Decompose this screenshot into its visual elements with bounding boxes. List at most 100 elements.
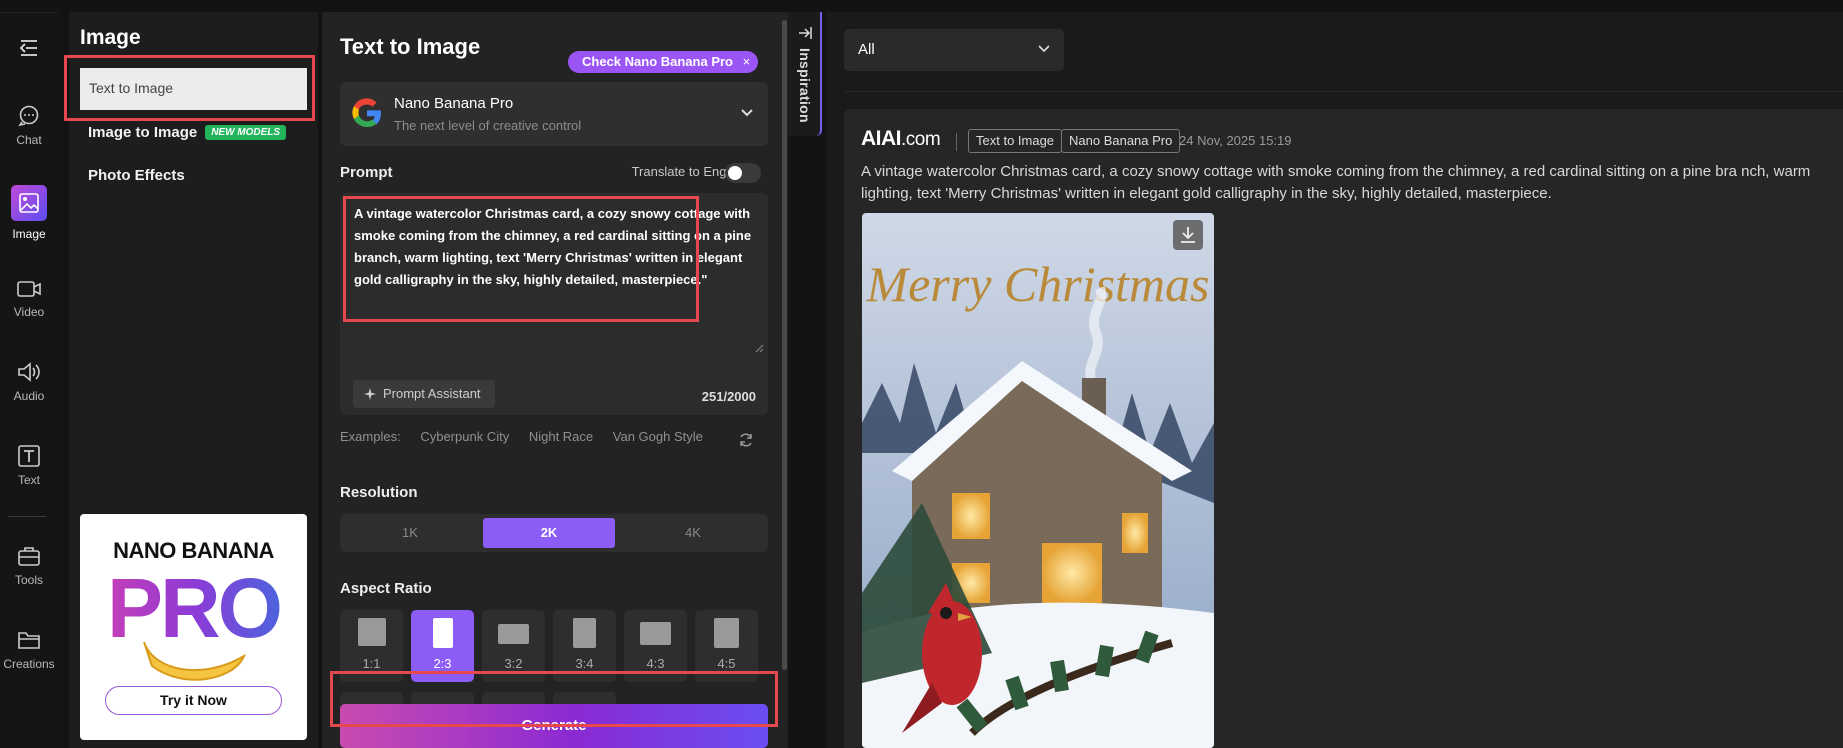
example-chip[interactable]: Cyberpunk City — [420, 429, 509, 444]
aspect-option-3-4[interactable]: 3:4 — [553, 610, 616, 682]
rail-label: Image — [12, 227, 46, 241]
aspect-label: 4:3 — [646, 656, 665, 671]
chevron-down-icon — [1038, 45, 1050, 53]
christmas-card-illustration: Merry Christmas — [862, 213, 1214, 748]
aspect-label: 3:2 — [504, 656, 523, 671]
download-icon — [1181, 227, 1195, 243]
char-counter: 251/2000 — [701, 389, 756, 404]
submenu-title: Image — [80, 26, 141, 49]
aspect-label: 2:3 — [433, 656, 452, 671]
resolution-segmented-control: 1K 2K 4K — [340, 514, 768, 552]
brand-logo: AIAI.com — [861, 127, 941, 151]
rail-item-creations[interactable]: Creations — [0, 629, 58, 671]
examples-label: Examples: — [340, 429, 401, 444]
resize-handle-icon[interactable] — [754, 343, 764, 353]
try-it-now-button[interactable]: Try it Now — [105, 686, 282, 715]
submenu-item-label: Image to Image — [88, 124, 198, 141]
aspect-option-1-1[interactable]: 1:1 — [340, 610, 403, 682]
brand-suffix: .com — [901, 129, 941, 150]
resolution-option-4k[interactable]: 4K — [622, 518, 764, 548]
prompt-label: Prompt — [340, 164, 393, 181]
new-models-badge: NEW MODELS — [205, 125, 287, 140]
promo-banner[interactable]: NANO BANANA PRO Try it Now — [80, 514, 307, 740]
rail-item-image[interactable]: Image — [0, 185, 58, 241]
text-to-image-form: Text to Image Check Nano Banana Pro × Na… — [322, 12, 788, 748]
image-icon — [11, 185, 47, 221]
art-text: Merry Christmas — [865, 256, 1209, 312]
close-icon[interactable]: × — [743, 54, 751, 69]
prompt-text[interactable]: A vintage watercolor Christmas card, a c… — [354, 203, 752, 291]
toolbox-icon — [18, 547, 40, 566]
resolution-label: Resolution — [340, 484, 418, 501]
pane-divider — [844, 91, 1843, 92]
aspect-label: 3:4 — [575, 656, 594, 671]
aspect-option-4-3[interactable]: 4:3 — [624, 610, 687, 682]
video-camera-icon — [17, 281, 41, 297]
refresh-icon[interactable] — [738, 432, 754, 448]
aspect-option-3-2[interactable]: 3:2 — [482, 610, 545, 682]
model-description: The next level of creative control — [394, 118, 582, 133]
brand-divider — [956, 133, 957, 151]
menu-collapse-button[interactable] — [0, 39, 58, 63]
resolution-option-1k[interactable]: 1K — [344, 518, 476, 548]
brand-name: AIAI — [861, 127, 902, 150]
example-chip[interactable]: Night Race — [529, 429, 593, 444]
text-t-icon — [18, 445, 40, 467]
prompt-textarea[interactable]: A vintage watercolor Christmas card, a c… — [340, 193, 768, 415]
aspect-label: 1:1 — [362, 656, 381, 671]
rail-divider — [8, 516, 46, 517]
rail-item-video[interactable]: Video — [0, 279, 58, 319]
aspect-ratio-label: Aspect Ratio — [340, 580, 432, 597]
model-selector[interactable]: Nano Banana Pro The next level of creati… — [340, 82, 768, 146]
form-title: Text to Image — [340, 34, 481, 59]
rail-label: Audio — [13, 389, 45, 403]
submenu-item-image-to-image[interactable]: Image to Image NEW MODELS — [88, 124, 287, 141]
banana-icon — [143, 641, 247, 681]
model-name: Nano Banana Pro — [394, 95, 514, 112]
timestamp: 24 Nov, 2025 15:19 — [1179, 133, 1292, 148]
rail-label: Creations — [3, 657, 55, 671]
aspect-label: 4:5 — [717, 656, 736, 671]
form-scrollbar[interactable] — [782, 20, 787, 670]
example-chip[interactable]: Van Gogh Style — [613, 429, 703, 444]
rail-label: Text — [17, 473, 40, 487]
chevron-down-icon — [741, 109, 753, 117]
aspect-option-4-5[interactable]: 4:5 — [695, 610, 758, 682]
inspiration-tab[interactable]: Inspiration — [788, 12, 822, 136]
check-nano-banana-pill[interactable]: Check Nano Banana Pro × — [568, 51, 759, 73]
rail-item-chat[interactable]: Chat — [0, 105, 58, 147]
rail-item-audio[interactable]: Audio — [0, 361, 58, 403]
translate-toggle[interactable] — [725, 163, 761, 183]
tag-model: Nano Banana Pro — [1061, 129, 1181, 153]
speaker-icon — [18, 362, 40, 382]
download-button[interactable] — [1173, 220, 1203, 250]
folder-icon — [18, 632, 40, 649]
result-description: A vintage watercolor Christmas card, a c… — [861, 163, 1811, 202]
examples-row: Examples: Cyberpunk City Night Race Van … — [340, 429, 703, 444]
check-pill-label: Check Nano Banana Pro — [582, 54, 733, 69]
left-nav-rail: Chat Image Video Audio Text Tools Creati… — [0, 12, 58, 748]
sparkle-icon — [364, 388, 376, 400]
submenu-item-text-to-image[interactable]: Text to Image — [80, 68, 307, 110]
tag-text-to-image: Text to Image — [968, 129, 1063, 153]
prompt-assistant-button[interactable]: Prompt Assistant — [353, 380, 495, 408]
rail-item-tools[interactable]: Tools — [0, 545, 58, 587]
submenu-item-photo-effects[interactable]: Photo Effects — [88, 167, 185, 184]
inspiration-label: Inspiration — [797, 48, 813, 123]
rail-item-text[interactable]: Text — [0, 445, 58, 487]
prompt-assistant-label: Prompt Assistant — [383, 386, 481, 401]
results-pane: All AIAI.com Text to Image Nano Banana P… — [826, 12, 1843, 748]
aspect-option-2-3[interactable]: 2:3 — [411, 610, 474, 682]
rail-label: Video — [13, 305, 45, 319]
rail-label: Tools — [14, 573, 43, 587]
menu-collapse-icon — [19, 40, 37, 56]
generate-button[interactable]: Generate — [340, 704, 768, 748]
chat-bubble-icon — [18, 105, 39, 127]
google-logo-icon — [352, 98, 381, 128]
rail-label: Chat — [16, 133, 42, 147]
expand-arrow-icon — [799, 27, 812, 39]
resolution-option-2k[interactable]: 2K — [483, 518, 615, 548]
filter-dropdown[interactable]: All — [844, 29, 1064, 71]
result-card: AIAI.com Text to Image Nano Banana Pro 2… — [844, 109, 1843, 748]
generated-image[interactable]: Merry Christmas — [862, 213, 1214, 748]
